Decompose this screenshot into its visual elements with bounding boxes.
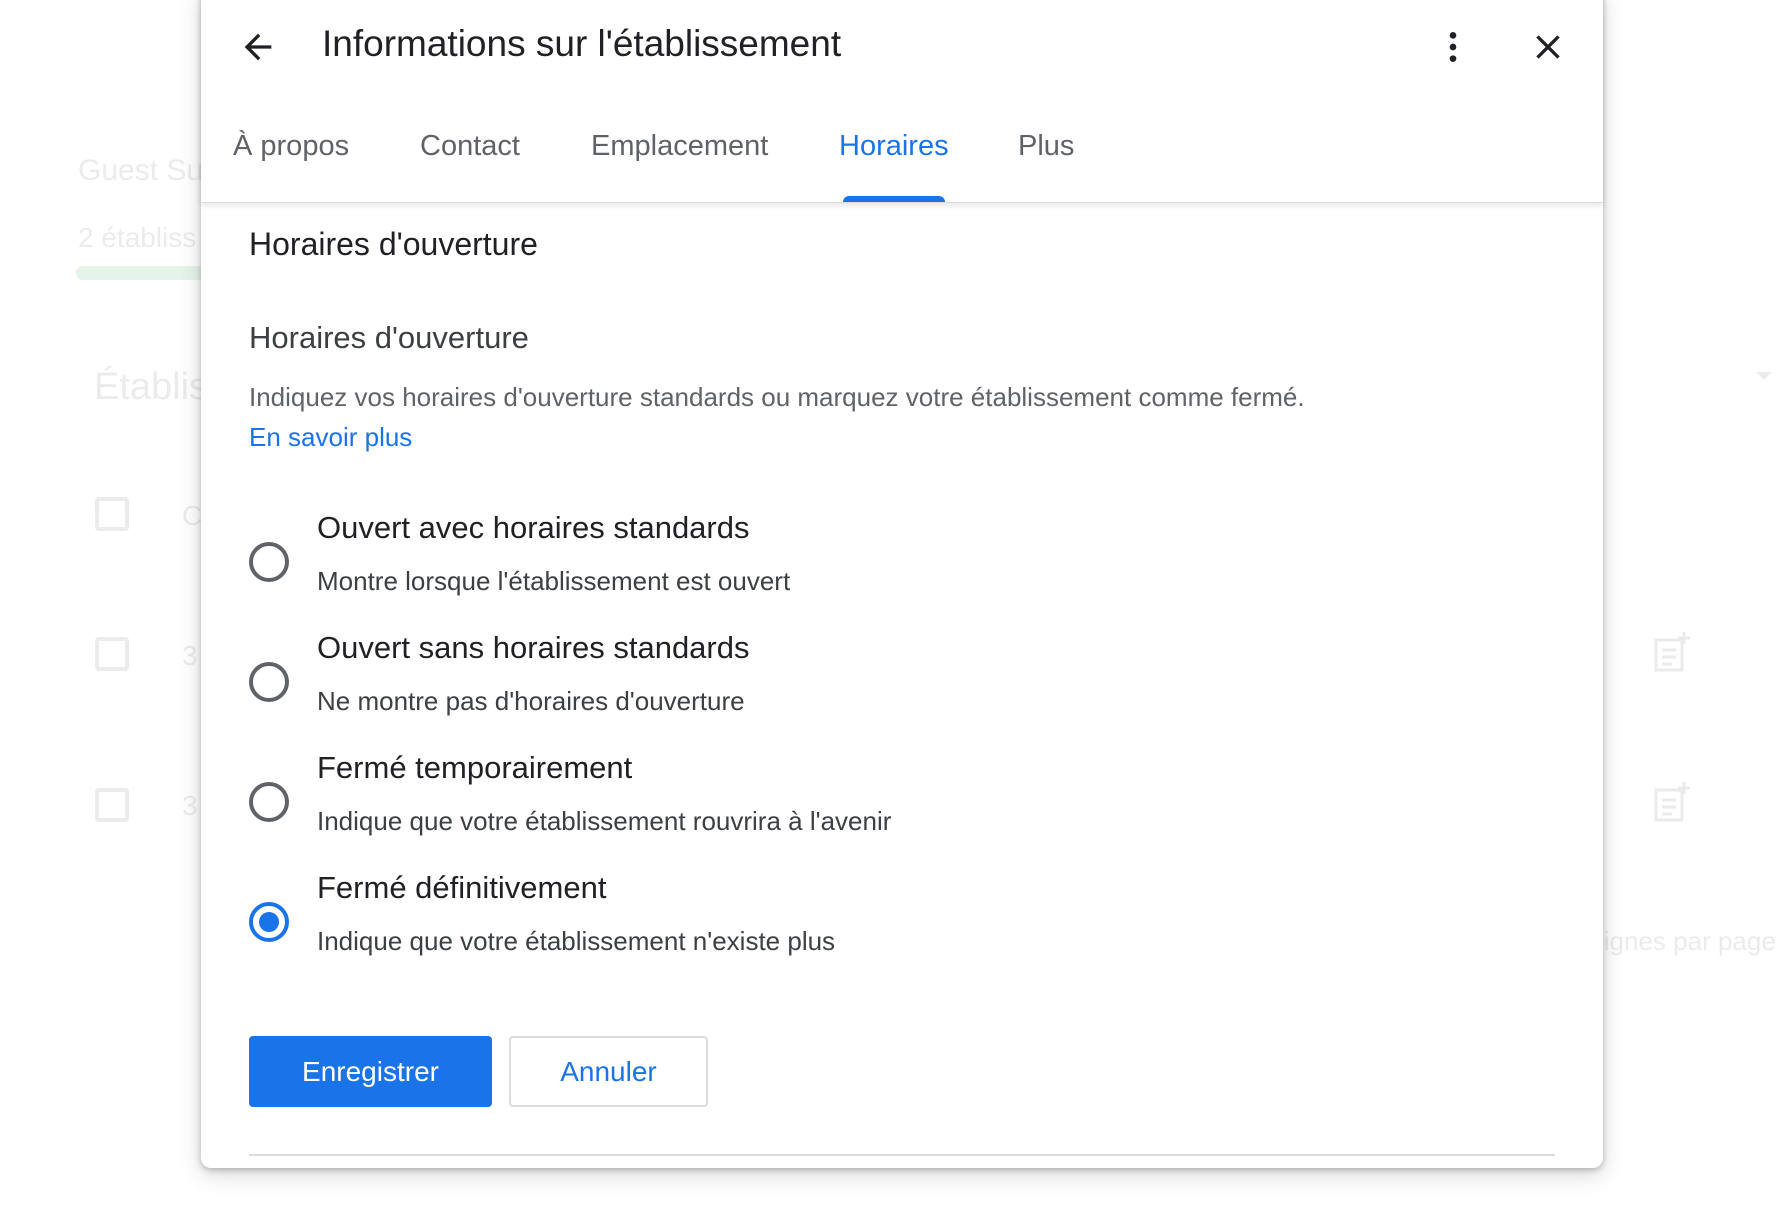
tab-location[interactable]: Emplacement: [591, 118, 768, 202]
save-button[interactable]: Enregistrer: [249, 1036, 492, 1107]
tab-more[interactable]: Plus: [1018, 118, 1074, 202]
hours-subtitle: Horaires d'ouverture: [249, 320, 529, 355]
hours-description: Indiquez vos horaires d'ouverture standa…: [249, 382, 1305, 412]
back-button[interactable]: [228, 17, 288, 77]
radio-unchecked-icon[interactable]: [249, 662, 289, 702]
background-section-title: Établis: [94, 366, 209, 408]
radio-open-no-standard-hours[interactable]: Ouvert sans horaires standards Ne montre…: [249, 630, 1349, 730]
radio-checked-icon[interactable]: [249, 902, 289, 942]
background-rows-per-page: lignes par page: [1598, 926, 1776, 956]
background-row-checkbox: [95, 788, 129, 822]
background-count-text: 2 établiss: [78, 222, 197, 253]
post-add-icon: [1654, 632, 1690, 672]
post-add-icon: [1654, 782, 1690, 822]
radio-permanently-closed[interactable]: Fermé définitivement Indique que votre é…: [249, 870, 1349, 970]
background-row-text: 3: [182, 790, 198, 821]
arrow-back-icon: [244, 33, 272, 61]
radio-selected-dot: [259, 912, 279, 932]
dialog-title: Informations sur l'établissement: [322, 23, 842, 64]
more-vert-icon: [1449, 32, 1457, 62]
more-options-button[interactable]: [1423, 17, 1483, 77]
radio-option-description: Ne montre pas d'horaires d'ouverture: [317, 686, 745, 716]
background-caret-icon: [1756, 372, 1772, 380]
background-row-checkbox: [95, 637, 129, 671]
learn-more-link[interactable]: En savoir plus: [249, 422, 412, 453]
tab-about[interactable]: À propos: [233, 118, 349, 202]
radio-option-label: Ouvert sans horaires standards: [317, 630, 750, 665]
section-title: Horaires d'ouverture: [249, 226, 538, 262]
close-button[interactable]: [1518, 17, 1578, 77]
radio-option-description: Montre lorsque l'établissement est ouver…: [317, 566, 791, 596]
tab-label: À propos: [233, 130, 350, 162]
close-icon: [1536, 35, 1560, 59]
radio-unchecked-icon[interactable]: [249, 542, 289, 582]
background-page-title: Guest Su: [78, 154, 204, 187]
active-tab-indicator: [843, 196, 945, 202]
radio-option-label: Fermé temporairement: [317, 750, 633, 785]
tab-contact[interactable]: Contact: [420, 118, 520, 202]
dialog-body: Horaires d'ouverture Horaires d'ouvertur…: [249, 202, 1555, 1168]
background-row-checkbox: [95, 497, 129, 531]
cancel-button[interactable]: Annuler: [509, 1036, 708, 1107]
radio-option-description: Indique que votre établissement rouvrira…: [317, 806, 892, 836]
tab-label: Plus: [1018, 130, 1075, 162]
radio-option-label: Fermé définitivement: [317, 870, 607, 905]
radio-option-label: Ouvert avec horaires standards: [317, 510, 750, 545]
tab-hours[interactable]: Horaires: [839, 118, 949, 202]
radio-open-standard-hours[interactable]: Ouvert avec horaires standards Montre lo…: [249, 510, 1349, 610]
radio-unchecked-icon[interactable]: [249, 782, 289, 822]
business-info-dialog: Informations sur l'établissement À propo…: [201, 0, 1603, 1168]
tab-label: Horaires: [839, 130, 949, 162]
radio-temporarily-closed[interactable]: Fermé temporairement Indique que votre é…: [249, 750, 1349, 850]
background-row-text: C: [182, 500, 203, 531]
tab-bar: À propos Contact Emplacement Horaires Pl…: [201, 118, 1603, 202]
tab-label: Emplacement: [591, 130, 769, 162]
dialog-header: Informations sur l'établissement À propo…: [201, 0, 1603, 203]
radio-option-description: Indique que votre établissement n'existe…: [317, 926, 836, 956]
tab-label: Contact: [420, 130, 520, 162]
background-row-text: 3: [182, 640, 198, 671]
divider: [249, 1154, 1555, 1156]
